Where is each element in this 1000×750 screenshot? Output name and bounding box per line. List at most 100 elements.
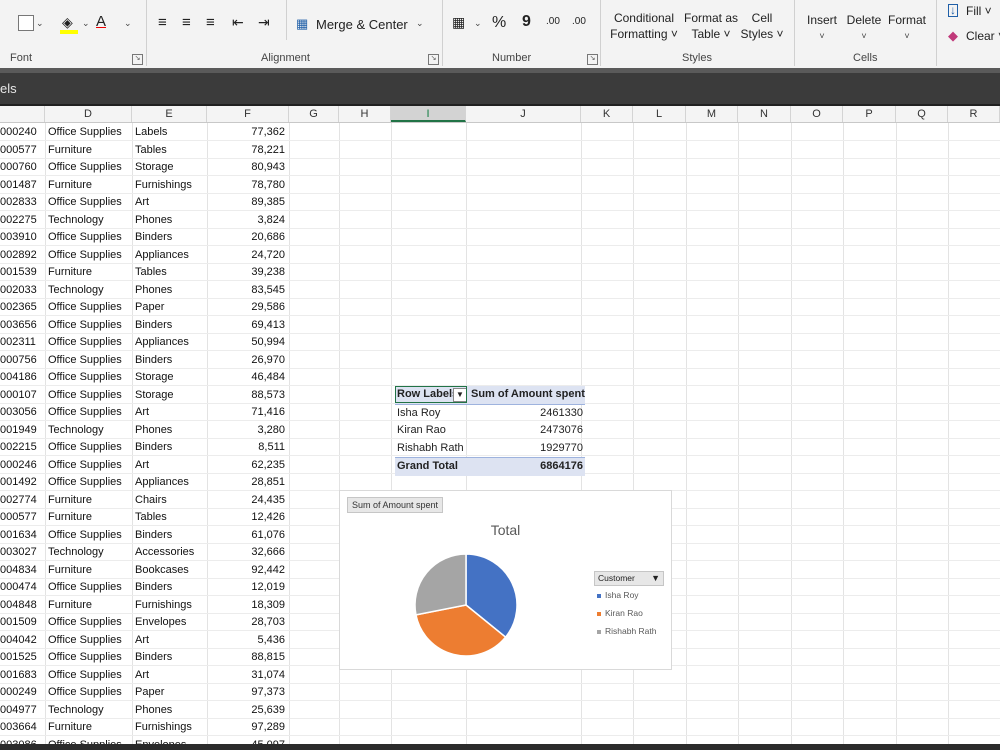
cell-amount[interactable]: 97,373 bbox=[210, 683, 285, 701]
accounting-dropdown-icon[interactable]: ⌄ bbox=[474, 18, 482, 29]
cell-amount[interactable]: 78,221 bbox=[210, 141, 285, 159]
conditional-formatting-button[interactable]: Conditional Formatting ˅ bbox=[606, 10, 682, 42]
cell-subcategory[interactable]: Binders bbox=[135, 526, 207, 544]
table-row[interactable]: 002311 Office Supplies Appliances 50,994 bbox=[0, 333, 290, 351]
column-header-f[interactable]: F bbox=[207, 106, 289, 122]
font-dialog-launcher-icon[interactable]: ↘ bbox=[132, 54, 143, 65]
table-row[interactable]: 004186 Office Supplies Storage 46,484 bbox=[0, 368, 290, 386]
column-header-l[interactable]: L bbox=[633, 106, 686, 122]
cell-subcategory[interactable]: Tables bbox=[135, 263, 207, 281]
cell-order-id[interactable]: 000249 bbox=[0, 683, 44, 701]
cell-category[interactable]: Office Supplies bbox=[48, 228, 132, 246]
cell-amount[interactable]: 62,235 bbox=[210, 456, 285, 474]
cell-order-id[interactable]: 000240 bbox=[0, 123, 44, 141]
column-header-m[interactable]: M bbox=[686, 106, 738, 122]
cell-subcategory[interactable]: Envelopes bbox=[135, 613, 207, 631]
cell-order-id[interactable]: 000577 bbox=[0, 508, 44, 526]
cell-category[interactable]: Technology bbox=[48, 211, 132, 229]
cell-order-id[interactable]: 004186 bbox=[0, 368, 44, 386]
cell-order-id[interactable]: 003056 bbox=[0, 403, 44, 421]
table-row[interactable]: 000577 Furniture Tables 78,221 bbox=[0, 141, 290, 159]
column-header-partial[interactable] bbox=[0, 106, 45, 122]
cell-category[interactable]: Office Supplies bbox=[48, 438, 132, 456]
pivot-total-row[interactable]: Grand Total 6864176 bbox=[395, 457, 585, 476]
clear-button[interactable]: Clear ˅ bbox=[966, 29, 1000, 43]
cell-category[interactable]: Office Supplies bbox=[48, 316, 132, 334]
table-row[interactable]: 001949 Technology Phones 3,280 bbox=[0, 421, 290, 439]
cell-subcategory[interactable]: Tables bbox=[135, 141, 207, 159]
cell-category[interactable]: Technology bbox=[48, 281, 132, 299]
table-row[interactable]: 003027 Technology Accessories 32,666 bbox=[0, 543, 290, 561]
cell-subcategory[interactable]: Phones bbox=[135, 421, 207, 439]
align-right-icon[interactable]: ≡ bbox=[206, 14, 215, 31]
legend-filter-icon[interactable]: ▼ bbox=[651, 572, 660, 585]
cell-order-id[interactable]: 000756 bbox=[0, 351, 44, 369]
column-header-n[interactable]: N bbox=[738, 106, 791, 122]
cell-category[interactable]: Office Supplies bbox=[48, 123, 132, 141]
cell-amount[interactable]: 69,413 bbox=[210, 316, 285, 334]
table-row[interactable]: 003656 Office Supplies Binders 69,413 bbox=[0, 316, 290, 334]
cell-amount[interactable]: 80,943 bbox=[210, 158, 285, 176]
cell-amount[interactable]: 3,824 bbox=[210, 211, 285, 229]
table-row[interactable]: 003664 Furniture Furnishings 97,289 bbox=[0, 718, 290, 736]
cell-category[interactable]: Office Supplies bbox=[48, 193, 132, 211]
cell-order-id[interactable]: 003664 bbox=[0, 718, 44, 736]
align-left-icon[interactable]: ≡ bbox=[158, 14, 167, 31]
column-header-d[interactable]: D bbox=[45, 106, 132, 122]
cell-subcategory[interactable]: Phones bbox=[135, 701, 207, 719]
cell-styles-button[interactable]: Cell Styles ˅ bbox=[738, 10, 786, 42]
increase-indent-icon[interactable]: ⇥ bbox=[258, 14, 270, 31]
cell-order-id[interactable]: 003656 bbox=[0, 316, 44, 334]
cell-category[interactable]: Office Supplies bbox=[48, 683, 132, 701]
cell-category[interactable]: Office Supplies bbox=[48, 666, 132, 684]
cell-category[interactable]: Office Supplies bbox=[48, 298, 132, 316]
cell-amount[interactable]: 39,238 bbox=[210, 263, 285, 281]
cell-subcategory[interactable]: Appliances bbox=[135, 333, 207, 351]
column-header-r[interactable]: R bbox=[948, 106, 1000, 122]
cell-order-id[interactable]: 001509 bbox=[0, 613, 44, 631]
cell-amount[interactable]: 29,586 bbox=[210, 298, 285, 316]
cell-subcategory[interactable]: Appliances bbox=[135, 246, 207, 264]
cell-subcategory[interactable]: Art bbox=[135, 666, 207, 684]
cell-subcategory[interactable]: Chairs bbox=[135, 491, 207, 509]
table-row[interactable]: 002774 Furniture Chairs 24,435 bbox=[0, 491, 290, 509]
cell-subcategory[interactable]: Phones bbox=[135, 211, 207, 229]
cell-order-id[interactable]: 000107 bbox=[0, 386, 44, 404]
cell-subcategory[interactable]: Art bbox=[135, 456, 207, 474]
table-row[interactable]: 004834 Furniture Bookcases 92,442 bbox=[0, 561, 290, 579]
cell-amount[interactable]: 28,703 bbox=[210, 613, 285, 631]
borders-button[interactable] bbox=[18, 15, 34, 31]
cell-amount[interactable]: 77,362 bbox=[210, 123, 285, 141]
pivot-chart[interactable]: Sum of Amount spent Total Customer ▼ Ish… bbox=[339, 490, 672, 670]
table-row[interactable]: 002215 Office Supplies Binders 8,511 bbox=[0, 438, 290, 456]
cell-order-id[interactable]: 004042 bbox=[0, 631, 44, 649]
cell-order-id[interactable]: 002215 bbox=[0, 438, 44, 456]
comma-style-button[interactable]: 9 bbox=[522, 13, 531, 31]
cell-amount[interactable]: 28,851 bbox=[210, 473, 285, 491]
cell-amount[interactable]: 25,639 bbox=[210, 701, 285, 719]
percent-style-button[interactable]: % bbox=[492, 14, 506, 32]
fill-button[interactable]: Fill ˅ bbox=[966, 4, 992, 18]
cell-category[interactable]: Office Supplies bbox=[48, 613, 132, 631]
font-color-dropdown-icon[interactable]: ⌄ bbox=[124, 18, 132, 29]
cell-order-id[interactable]: 002311 bbox=[0, 333, 44, 351]
cell-order-id[interactable]: 000577 bbox=[0, 141, 44, 159]
cell-subcategory[interactable]: Furnishings bbox=[135, 176, 207, 194]
format-as-table-button[interactable]: Format as Table ˅ bbox=[682, 10, 740, 42]
accounting-format-icon[interactable]: ▦ bbox=[452, 14, 465, 31]
table-row[interactable]: 002033 Technology Phones 83,545 bbox=[0, 281, 290, 299]
fill-down-icon[interactable]: ↓ bbox=[948, 4, 958, 17]
cell-category[interactable]: Furniture bbox=[48, 176, 132, 194]
merge-center-icon[interactable]: ▦ bbox=[296, 16, 308, 32]
cell-amount[interactable]: 78,780 bbox=[210, 176, 285, 194]
table-row[interactable]: 001487 Furniture Furnishings 78,780 bbox=[0, 176, 290, 194]
cell-amount[interactable]: 83,545 bbox=[210, 281, 285, 299]
cell-order-id[interactable]: 001683 bbox=[0, 666, 44, 684]
cell-order-id[interactable]: 002275 bbox=[0, 211, 44, 229]
cell-subcategory[interactable]: Paper bbox=[135, 683, 207, 701]
table-row[interactable]: 001492 Office Supplies Appliances 28,851 bbox=[0, 473, 290, 491]
table-row[interactable]: 003056 Office Supplies Art 71,416 bbox=[0, 403, 290, 421]
cell-category[interactable]: Office Supplies bbox=[48, 578, 132, 596]
alignment-dialog-launcher-icon[interactable]: ↘ bbox=[428, 54, 439, 65]
cell-category[interactable]: Furniture bbox=[48, 718, 132, 736]
